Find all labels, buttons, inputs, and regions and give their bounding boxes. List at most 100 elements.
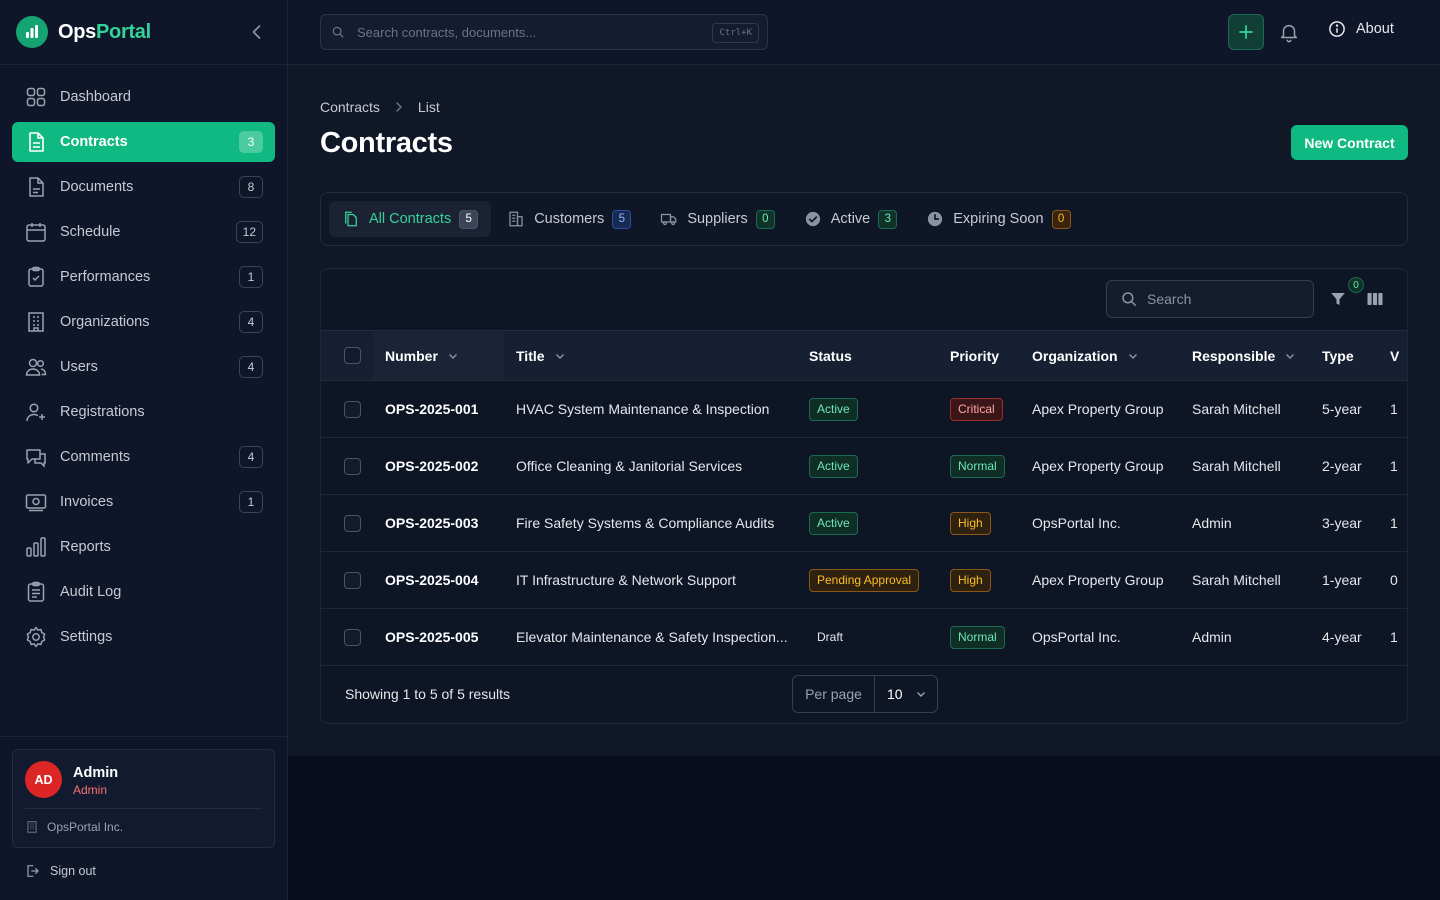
tab-expiring-soon[interactable]: Expiring Soon 0 — [913, 201, 1083, 237]
row-checkbox[interactable] — [344, 457, 361, 475]
responsible-cell: Sarah Mitchell — [1192, 458, 1281, 474]
column-header-number[interactable]: Number — [373, 330, 504, 381]
select-all-checkbox[interactable] — [344, 347, 361, 364]
tab-active[interactable]: Active 3 — [791, 201, 911, 237]
sidebar-item-reports[interactable]: Reports — [12, 527, 275, 567]
tab-label: All Contracts — [369, 211, 452, 227]
type-cell: 5-year — [1322, 401, 1362, 417]
contract-number[interactable]: OPS-2025-004 — [373, 552, 504, 609]
row-checkbox[interactable] — [344, 628, 361, 646]
organization-cell: Apex Property Group — [1032, 401, 1164, 417]
status-cell: Draft — [809, 609, 950, 666]
sidebar-item-settings[interactable]: Settings — [12, 617, 275, 657]
per-page-label: Per page — [793, 676, 875, 712]
chevron-left-icon[interactable] — [247, 22, 267, 42]
sidebar-item-users[interactable]: Users 4 — [12, 347, 275, 387]
column-header-responsible[interactable]: Responsible — [1192, 331, 1322, 381]
sidebar-item-label: Organizations — [60, 314, 150, 330]
bar-chart-icon — [24, 535, 48, 559]
sidebar-item-schedule[interactable]: Schedule 12 — [12, 212, 275, 252]
table-row[interactable]: OPS-2025-004 IT Infrastructure & Network… — [321, 552, 1407, 609]
columns-toggle-button[interactable] — [1366, 290, 1384, 308]
new-contract-button[interactable]: New Contract — [1291, 125, 1408, 160]
sign-out-icon — [24, 863, 40, 879]
check-circle-icon — [804, 210, 822, 228]
priority-cell: High — [950, 495, 1032, 552]
comments-icon — [24, 445, 48, 469]
table-footer: Showing 1 to 5 of 5 results Per page 10 — [321, 664, 1407, 723]
sidebar-item-label: Documents — [60, 179, 134, 195]
row-select-cell — [321, 609, 373, 666]
chevron-down-icon — [554, 350, 566, 362]
contracts-table-card: 0 Number Title Status Priority Organizat… — [320, 268, 1408, 724]
table-row[interactable]: OPS-2025-003 Fire Safety Systems & Compl… — [321, 495, 1407, 552]
contract-number[interactable]: OPS-2025-001 — [373, 381, 504, 438]
contract-number[interactable]: OPS-2025-005 — [373, 609, 504, 666]
sidebar-item-registrations[interactable]: Registrations — [12, 392, 275, 432]
contract-title: IT Infrastructure & Network Support — [516, 572, 736, 588]
responsible-cell: Sarah Mitchell — [1192, 401, 1281, 417]
sidebar-item-organizations[interactable]: Organizations 4 — [12, 302, 275, 342]
global-search-input[interactable] — [357, 24, 697, 40]
truck-icon — [660, 210, 678, 228]
sidebar-item-audit-log[interactable]: Audit Log — [12, 572, 275, 612]
per-page-control: Per page 10 — [792, 675, 938, 713]
v-cell: 1 — [1390, 629, 1398, 645]
per-page-select[interactable]: 10 — [875, 686, 937, 702]
notifications-button[interactable] — [1278, 20, 1300, 44]
gear-icon — [24, 625, 48, 649]
row-select-cell — [321, 381, 373, 438]
sidebar-item-documents[interactable]: Documents 8 — [12, 167, 275, 207]
files-icon — [342, 210, 360, 228]
status-badge: Active — [809, 454, 858, 478]
table-row[interactable]: OPS-2025-005 Elevator Maintenance & Safe… — [321, 609, 1407, 666]
row-checkbox[interactable] — [344, 400, 361, 418]
breadcrumb: Contracts List — [320, 99, 440, 115]
row-checkbox[interactable] — [344, 514, 361, 532]
contract-title: Office Cleaning & Janitorial Services — [516, 458, 743, 474]
v-cell: 1 — [1390, 515, 1398, 531]
contract-number[interactable]: OPS-2025-003 — [373, 495, 504, 552]
row-select-cell — [321, 438, 373, 495]
about-label: About — [1356, 21, 1394, 37]
table-toolbar: 0 — [321, 269, 1407, 330]
column-header-organization[interactable]: Organization — [1032, 331, 1192, 381]
per-page-value: 10 — [887, 686, 903, 702]
filter-button[interactable] — [1329, 290, 1347, 308]
tab-customers[interactable]: Customers 5 — [494, 201, 644, 237]
about-button[interactable]: About — [1328, 20, 1394, 38]
sidebar-item-contracts[interactable]: Contracts 3 — [12, 122, 275, 162]
sidebar-item-invoices[interactable]: Invoices 1 — [12, 482, 275, 522]
contract-title: Elevator Maintenance & Safety Inspection… — [516, 629, 788, 645]
sidebar: OpsPortal Dashboard Contracts 3 Document… — [0, 0, 288, 900]
user-card[interactable]: AD Admin Admin OpsPortal Inc. — [12, 749, 275, 848]
table-row[interactable]: OPS-2025-001 HVAC System Maintenance & I… — [321, 381, 1407, 438]
count-badge: 8 — [239, 176, 263, 198]
sidebar-footer: AD Admin Admin OpsPortal Inc. Sign out — [0, 736, 287, 900]
table-search[interactable] — [1106, 280, 1314, 318]
column-header-type: Type — [1322, 347, 1354, 364]
tab-suppliers[interactable]: Suppliers 0 — [647, 201, 787, 237]
table-row[interactable]: OPS-2025-002 Office Cleaning & Janitoria… — [321, 438, 1407, 495]
chevron-down-icon — [447, 350, 459, 362]
sidebar-item-performances[interactable]: Performances 1 — [12, 257, 275, 297]
chevron-down-icon — [915, 688, 927, 700]
priority-badge: Critical — [950, 397, 1003, 421]
quick-add-button[interactable] — [1228, 14, 1264, 50]
global-search[interactable]: Ctrl+K — [320, 14, 768, 50]
column-header-title[interactable]: Title — [504, 331, 809, 381]
tab-count-badge: 0 — [755, 209, 775, 229]
row-select-cell — [321, 495, 373, 552]
sidebar-item-label: Reports — [60, 539, 111, 555]
v-cell: 1 — [1390, 458, 1398, 474]
sign-out-button[interactable]: Sign out — [24, 863, 96, 879]
tab-all-contracts[interactable]: All Contracts 5 — [329, 201, 492, 237]
sidebar-item-comments[interactable]: Comments 4 — [12, 437, 275, 477]
breadcrumb-item-contracts[interactable]: Contracts — [320, 99, 380, 115]
priority-badge: High — [950, 511, 991, 535]
sidebar-item-dashboard[interactable]: Dashboard — [12, 77, 275, 117]
table-search-input[interactable] — [1147, 291, 1297, 307]
row-checkbox[interactable] — [344, 571, 361, 589]
search-icon — [331, 25, 345, 39]
contract-number[interactable]: OPS-2025-002 — [373, 438, 504, 495]
